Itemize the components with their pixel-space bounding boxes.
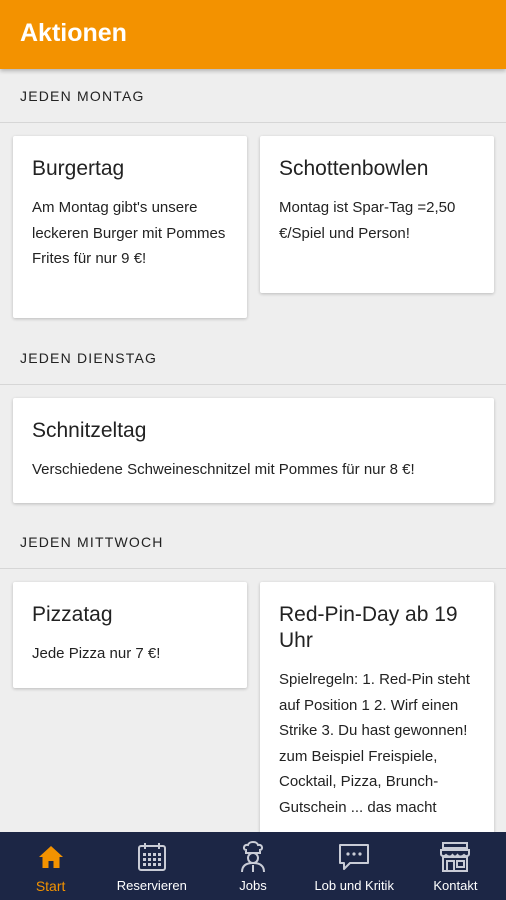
nav-item-lob-und-kritik[interactable]: Lob und Kritik bbox=[304, 832, 405, 900]
offer-card-pizzatag[interactable]: Pizzatag Jede Pizza nur 7 €! bbox=[13, 582, 247, 688]
nav-label: Kontakt bbox=[433, 878, 478, 893]
offer-card-red-pin-day[interactable]: Red-Pin-Day ab 19 Uhr Spielregeln: 1. Re… bbox=[260, 582, 494, 832]
section-header-mittwoch: JEDEN MITTWOCH bbox=[0, 515, 506, 569]
nav-label: Reservieren bbox=[116, 878, 187, 893]
offer-title: Burgertag bbox=[32, 157, 125, 180]
nav-item-jobs[interactable]: Jobs bbox=[202, 832, 303, 900]
offer-description: Spielregeln: 1. Red-Pin steht auf Positi… bbox=[279, 671, 470, 816]
app-bar: Aktionen bbox=[0, 0, 506, 69]
offer-title: Schnitzeltag bbox=[32, 419, 147, 442]
offer-card-schnitzeltag[interactable]: Schnitzeltag Verschiedene Schweineschnit… bbox=[13, 398, 494, 503]
offer-card-schottenbowlen[interactable]: Schottenbowlen Montag ist Spar-Tag =2,50… bbox=[260, 136, 494, 293]
offer-title: Red-Pin-Day ab 19 Uhr bbox=[279, 603, 458, 652]
nav-label: Jobs bbox=[239, 878, 267, 893]
nav-label: Start bbox=[35, 878, 66, 894]
offer-description: Jede Pizza nur 7 €! bbox=[32, 645, 161, 662]
calendar-icon bbox=[135, 840, 169, 874]
store-icon bbox=[438, 840, 472, 874]
chat-icon bbox=[337, 840, 371, 874]
chef-icon bbox=[236, 840, 270, 874]
offer-description: Am Montag gibt's unsere leckeren Burger … bbox=[32, 199, 226, 267]
bottom-navigation: Start Reservieren Jobs Lob und Kritik Ko… bbox=[0, 832, 506, 900]
offer-title: Pizzatag bbox=[32, 603, 113, 626]
section-header-montag: JEDEN MONTAG bbox=[0, 69, 506, 123]
offer-description: Verschiedene Schweineschnitzel mit Pomme… bbox=[32, 461, 415, 478]
offers-list[interactable]: JEDEN MONTAG Burgertag Am Montag gibt's … bbox=[0, 69, 506, 832]
offer-title: Schottenbowlen bbox=[279, 157, 429, 180]
section-header-dienstag: JEDEN DIENSTAG bbox=[0, 331, 506, 385]
section-header-label: JEDEN DIENSTAG bbox=[20, 350, 158, 366]
offer-description: Montag ist Spar-Tag =2,50 €/Spiel und Pe… bbox=[279, 199, 456, 242]
nav-label: Lob und Kritik bbox=[314, 878, 394, 893]
nav-item-kontakt[interactable]: Kontakt bbox=[405, 832, 506, 900]
section-header-label: JEDEN MITTWOCH bbox=[20, 534, 164, 550]
nav-item-start[interactable]: Start bbox=[0, 832, 101, 900]
page-title: Aktionen bbox=[20, 19, 127, 47]
home-icon bbox=[34, 840, 68, 874]
offer-card-burgertag[interactable]: Burgertag Am Montag gibt's unsere lecker… bbox=[13, 136, 247, 318]
nav-item-reservieren[interactable]: Reservieren bbox=[101, 832, 202, 900]
section-header-label: JEDEN MONTAG bbox=[20, 88, 145, 104]
